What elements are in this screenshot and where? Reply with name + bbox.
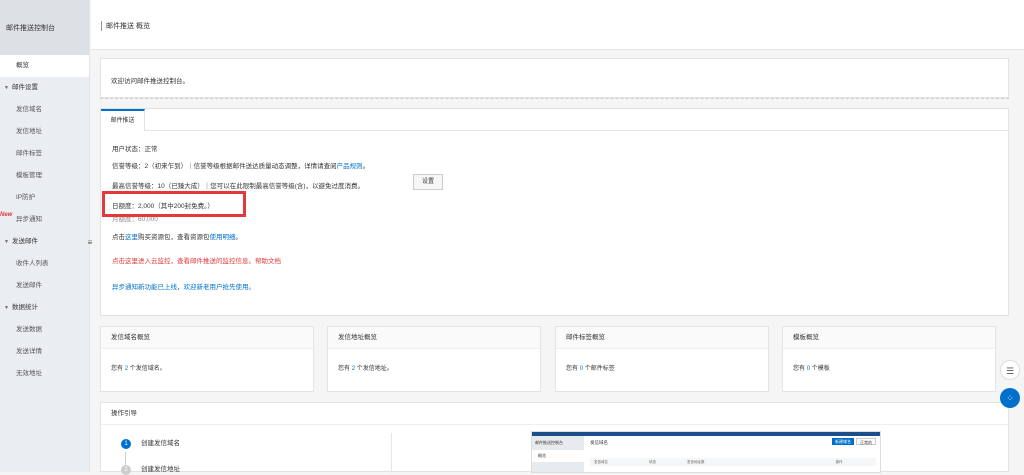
sidebar-group-mail-settings[interactable]: ▼ 邮件设置 xyxy=(0,77,89,99)
sidebar-item-domains[interactable]: 发信域名 xyxy=(0,99,89,121)
template-overview-card: 模板概览 您有 0 个模板 xyxy=(782,326,996,392)
breadcrumb: 邮件推送 概览 xyxy=(101,21,150,31)
sidebar-title: 邮件推送控制台 xyxy=(0,0,89,55)
sidebar-group-statistics[interactable]: ▼ 数据统计 xyxy=(0,297,89,319)
domain-overview-card: 发信域名概览 您有 2 个发信域名。 xyxy=(100,326,314,392)
sidebar-item-async-notify[interactable]: New 异步通知 xyxy=(0,209,89,231)
divider xyxy=(100,98,1009,99)
topbar: 邮件推送 概览 xyxy=(91,0,1024,50)
preview-secondary-button: 正常的 xyxy=(856,438,876,445)
caret-down-icon: ▼ xyxy=(4,305,9,311)
domain-count-link[interactable]: 2 xyxy=(125,366,128,372)
guide-title: 操作引导 xyxy=(101,403,1008,425)
card-title: 模板概览 xyxy=(783,327,995,349)
card-title: 发信地址概览 xyxy=(328,327,540,349)
caret-down-icon: ▼ xyxy=(4,239,9,245)
preview-topbar xyxy=(532,432,880,436)
daily-quota-highlight: 日额度：2,000（其中200封免费。） xyxy=(102,191,246,217)
welcome-panel: 欢迎访问邮件推送控制台。 xyxy=(100,58,1009,98)
buy-here-link[interactable]: 这里 xyxy=(125,234,138,241)
sidebar-item-ip-protection[interactable]: IP防护 xyxy=(0,187,89,209)
collapse-sidebar-icon[interactable]: ≡ xyxy=(86,238,94,248)
sidebar-item-recipients[interactable]: 收件人列表 xyxy=(0,253,89,275)
max-credit-level: 最高信誉等级：10（已臻大成）｜您可以在此限制最高信誉等级(含)，以避免过度消费… xyxy=(112,183,365,190)
async-notice-link[interactable]: 异步通知新功能已上线，欢迎新老用户抢先使用。 xyxy=(112,281,255,291)
tab-mail-push[interactable]: 邮件推送 xyxy=(101,109,145,131)
card-body: 您有 2 个发信地址。 xyxy=(338,366,393,372)
welcome-text: 欢迎访问邮件推送控制台。 xyxy=(111,78,189,85)
card-title: 发信域名概览 xyxy=(101,327,313,349)
sidebar-item-addresses[interactable]: 发信地址 xyxy=(0,121,89,143)
preview-title: 发信域名 xyxy=(590,440,608,445)
sidebar-item-send-data[interactable]: 发送数据 xyxy=(0,319,89,341)
preview-table-header: 发信域名 状态 发信地址数 操作 xyxy=(590,458,876,466)
tag-count-link[interactable]: 0 xyxy=(580,366,583,372)
new-badge: New xyxy=(0,212,13,218)
address-count-link[interactable]: 2 xyxy=(352,366,355,372)
address-overview-card: 发信地址概览 您有 2 个发信地址。 xyxy=(327,326,541,392)
card-body: 您有 2 个发信域名。 xyxy=(111,366,166,372)
sidebar-item-overview[interactable]: 概览 xyxy=(0,55,89,77)
sidebar: 邮件推送控制台 概览 ▼ 邮件设置 发信域名 发信地址 邮件标签 模板管理 IP防… xyxy=(0,0,90,472)
guide-step-2[interactable]: 2 创建发信地址 xyxy=(121,463,180,475)
settings-button[interactable]: 设置 xyxy=(413,174,443,190)
apps-icon[interactable]: ⁘ xyxy=(1000,388,1020,408)
template-count-link[interactable]: 0 xyxy=(807,366,810,372)
card-body: 您有 0 个模板 xyxy=(793,366,830,372)
user-status: 用户状态：正常 xyxy=(112,146,158,153)
sidebar-group-send-mail[interactable]: ▼ 发送邮件 xyxy=(0,231,89,253)
sidebar-item-invalid-addresses[interactable]: 无效地址 xyxy=(0,363,89,385)
tab-divider xyxy=(145,130,1008,131)
sidebar-item-send-details[interactable]: 发送详情 xyxy=(0,341,89,363)
credit-level: 信誉等级：2（初来乍到）｜信誉等级根据邮件送达质量动态调整，详情请查阅产品规则。 xyxy=(112,163,370,170)
caret-down-icon: ▼ xyxy=(4,85,9,91)
guide-separator xyxy=(391,433,392,473)
sidebar-item-templates[interactable]: 模板管理 xyxy=(0,165,89,187)
buy-resource: 点击这里购买资源包，查看资源包使用明细。 xyxy=(112,234,242,241)
daily-quota: 日额度：2,000（其中200封免费。） xyxy=(112,203,214,210)
operation-guide-panel: 操作引导 1 创建发信域名 2 创建发信地址 邮件推送控制台 概览 发信域名 新建域… xyxy=(100,402,1009,475)
cloud-monitor-link[interactable]: 点击这里进入云监控，查看邮件推送的监控信息。帮助文档 xyxy=(112,255,281,265)
tag-overview-card: 邮件标签概览 您有 0 个邮件标签 xyxy=(555,326,769,392)
guide-step-1[interactable]: 1 创建发信域名 xyxy=(121,437,180,449)
preview-sidebar: 邮件推送控制台 概览 xyxy=(532,436,584,472)
guide-preview-image: 邮件推送控制台 概览 发信域名 新建域名 正常的 发信域名 状态 发信地址数 操… xyxy=(531,431,881,473)
preview-new-domain-button: 新建域名 xyxy=(832,438,854,445)
step-number: 1 xyxy=(121,439,131,449)
sidebar-item-send[interactable]: 发送邮件 xyxy=(0,275,89,297)
product-rules-link[interactable]: 产品规则 xyxy=(337,163,363,170)
card-body: 您有 0 个邮件标签 xyxy=(566,366,615,372)
usage-details-link[interactable]: 使用明细 xyxy=(210,234,236,241)
sidebar-item-tags[interactable]: 邮件标签 xyxy=(0,143,89,165)
card-title: 邮件标签概览 xyxy=(556,327,768,349)
chat-icon[interactable]: ☰ xyxy=(1000,360,1020,380)
step-number: 2 xyxy=(121,465,131,475)
